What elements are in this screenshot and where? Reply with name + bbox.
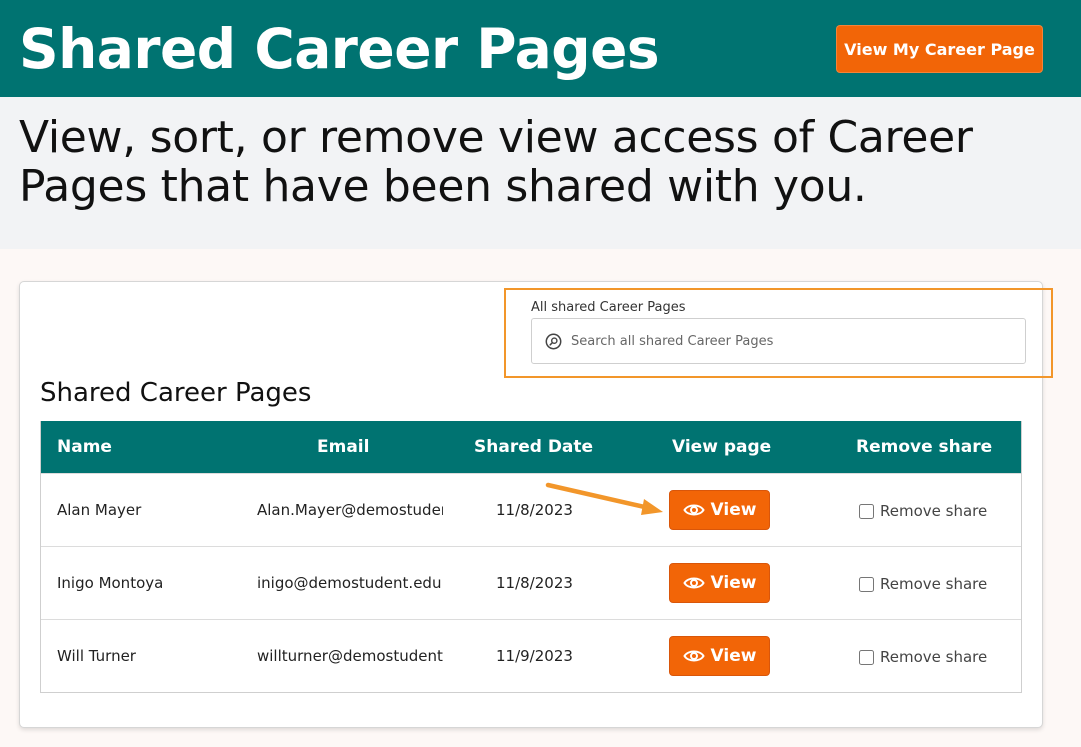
view-button-label: View xyxy=(710,573,757,593)
page-title: Shared Career Pages xyxy=(19,17,660,81)
column-header-name[interactable]: Name xyxy=(57,421,112,473)
row-shared-date: 11/8/2023 xyxy=(496,574,573,592)
table-row: Will Turner willturner@demostudent.edu 1… xyxy=(41,619,1021,692)
view-page-button[interactable]: View xyxy=(669,490,770,530)
view-button-label: View xyxy=(710,500,757,520)
row-name: Will Turner xyxy=(57,647,136,665)
column-header-shared-date[interactable]: Shared Date xyxy=(474,421,593,473)
row-name: Alan Mayer xyxy=(57,501,142,519)
column-header-view-page: View page xyxy=(672,437,772,457)
search-label: All shared Career Pages xyxy=(531,300,686,315)
page-description-banner: View, sort, or remove view access of Car… xyxy=(0,97,1081,249)
row-email: willturner@demostudent.edu xyxy=(257,647,443,665)
remove-share-option[interactable]: Remove share xyxy=(859,647,987,667)
remove-share-checkbox[interactable] xyxy=(859,503,874,519)
remove-share-checkbox[interactable] xyxy=(859,649,874,665)
eye-icon xyxy=(682,577,705,589)
search-input[interactable] xyxy=(571,330,1011,352)
row-name: Inigo Montoya xyxy=(57,574,164,592)
remove-share-label: Remove share xyxy=(880,648,988,666)
remove-share-option[interactable]: Remove share xyxy=(859,501,987,521)
shared-pages-table: Name Email Shared Date View page Remove … xyxy=(40,421,1022,693)
remove-share-checkbox[interactable] xyxy=(859,576,874,592)
eye-icon xyxy=(682,504,705,516)
column-header-remove-share: Remove share xyxy=(856,437,993,457)
row-email: Alan.Mayer@demostudent.edu xyxy=(257,501,443,519)
table-row: Alan Mayer Alan.Mayer@demostudent.edu 11… xyxy=(41,473,1021,546)
search-field[interactable] xyxy=(531,318,1026,364)
column-header-email[interactable]: Email xyxy=(317,421,369,473)
view-my-career-page-button[interactable]: View My Career Page xyxy=(836,25,1043,73)
eye-icon xyxy=(682,650,705,662)
row-email: inigo@demostudent.edu xyxy=(257,574,442,592)
page-description: View, sort, or remove view access of Car… xyxy=(19,112,973,212)
search-icon xyxy=(545,333,562,350)
annotation-arrow xyxy=(545,482,663,515)
remove-share-label: Remove share xyxy=(880,575,988,593)
page-header: Shared Career Pages View My Career Page xyxy=(0,0,1081,97)
table-header: Name Email Shared Date View page Remove … xyxy=(41,421,1021,473)
view-button-label: View xyxy=(710,646,757,666)
table-row: Inigo Montoya inigo@demostudent.edu 11/8… xyxy=(41,546,1021,619)
view-page-button[interactable]: View xyxy=(669,563,770,603)
row-shared-date: 11/9/2023 xyxy=(496,647,573,665)
remove-share-label: Remove share xyxy=(880,502,988,520)
remove-share-option[interactable]: Remove share xyxy=(859,574,987,594)
section-title: Shared Career Pages xyxy=(40,378,312,408)
view-page-button[interactable]: View xyxy=(669,636,770,676)
